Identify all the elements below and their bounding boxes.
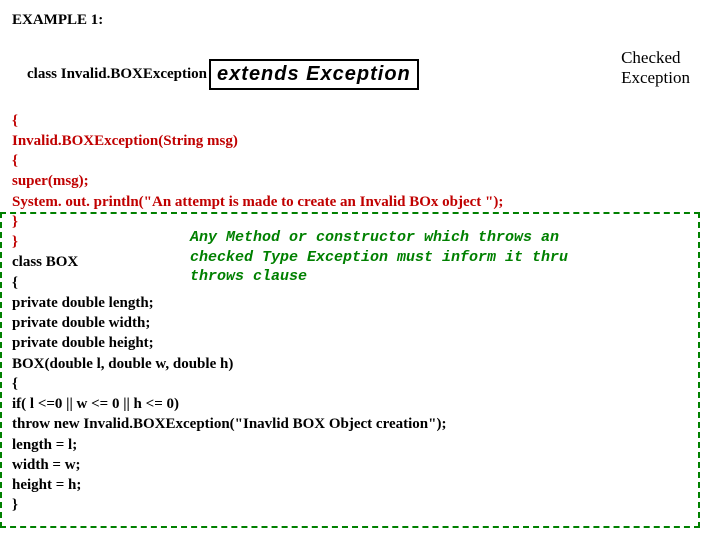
code-line: System. out. println("An attempt is made…: [12, 192, 708, 212]
code-line: {: [12, 374, 708, 394]
code-line: private double width;: [12, 313, 708, 333]
throws-clause-annotation: Any Method or constructor which throws a…: [190, 228, 690, 287]
code-line: super(msg);: [12, 171, 708, 191]
annotation-line: Any Method or constructor which throws a…: [190, 228, 690, 248]
code-line: {: [12, 151, 708, 171]
annotation-line: checked Type Exception must inform it th…: [190, 248, 690, 268]
example-title: EXAMPLE 1:: [12, 12, 708, 29]
code-line: private double length;: [12, 293, 708, 313]
checked-exception-annotation: Checked Exception: [621, 48, 690, 87]
annotation-line: Checked: [621, 48, 690, 68]
code-line: {: [12, 111, 708, 131]
annotation-line: Exception: [621, 68, 690, 88]
code-line: }: [12, 495, 708, 515]
code-line: Invalid.BOXException(String msg): [12, 131, 708, 151]
code-line: if( l <=0 || w <= 0 || h <= 0): [12, 394, 708, 414]
class-decl-prefix: class Invalid.BOXException: [27, 66, 207, 82]
code-line: private double height;: [12, 333, 708, 353]
code-line: height = h;: [12, 475, 708, 495]
code-line: BOX(double l, double w, double h): [12, 354, 708, 374]
code-line: throw new Invalid.BOXException("Inavlid …: [12, 414, 708, 434]
code-line: width = w;: [12, 455, 708, 475]
annotation-line: throws clause: [190, 267, 690, 287]
extends-exception-box: extends Exception: [209, 59, 419, 90]
code-line: length = l;: [12, 435, 708, 455]
